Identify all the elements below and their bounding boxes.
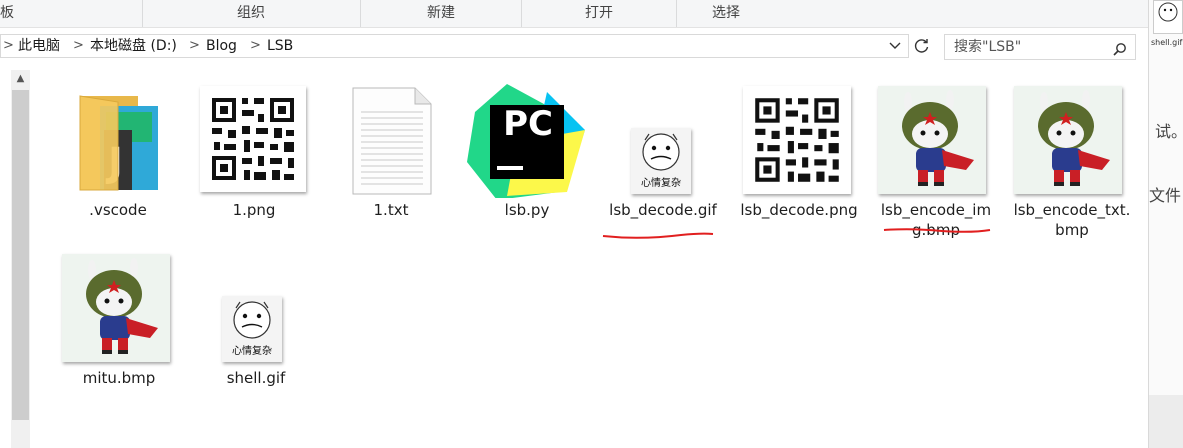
meme-thumbnail: 心情复杂 bbox=[631, 128, 691, 194]
meme-caption: 心情复杂 bbox=[641, 178, 681, 189]
address-bar[interactable]: > 此电脑 > 本地磁盘 (D:) > Blog > LSB bbox=[0, 34, 909, 58]
file-name: 1.png bbox=[232, 201, 276, 219]
ribbon-group-label: 组织 bbox=[237, 5, 265, 21]
ribbon-group-clipboard[interactable]: 板 bbox=[0, 0, 143, 27]
mitu-thumbnail bbox=[1014, 86, 1122, 194]
pycharm-logo-text: PC bbox=[503, 104, 553, 144]
ribbon-group-label: 选择 bbox=[712, 5, 740, 21]
refresh-icon bbox=[914, 39, 929, 53]
window-edge-gray bbox=[1149, 395, 1183, 448]
file-name: shell.gif bbox=[226, 369, 286, 387]
ribbon-group-select[interactable]: 选择 bbox=[677, 0, 775, 27]
text-document-icon bbox=[331, 82, 451, 198]
shell-gif-mini-thumbnail[interactable] bbox=[1153, 0, 1183, 34]
meme-face-icon bbox=[1158, 2, 1178, 22]
ribbon-group-label: 打开 bbox=[585, 5, 613, 21]
mitu-thumbnail bbox=[878, 86, 986, 194]
file-name: 1.txt bbox=[373, 201, 409, 219]
breadcrumb-local-disk[interactable]: 本地磁盘 (D:) bbox=[90, 35, 177, 57]
red-annotation-underline bbox=[602, 232, 714, 239]
scroll-up-arrow-icon[interactable]: ▲ bbox=[11, 70, 30, 88]
breadcrumb-separator[interactable]: > bbox=[73, 35, 84, 57]
file-name: lsb.py bbox=[504, 201, 550, 219]
file-name: lsb_decode.gif bbox=[609, 201, 717, 219]
vertical-scrollbar[interactable]: ▲ bbox=[11, 70, 30, 448]
meme-caption: 心情复杂 bbox=[232, 346, 272, 357]
ribbon-group-bar: 板 组织 新建 打开 选择 bbox=[0, 0, 1148, 28]
ribbon-group-open[interactable]: 打开 bbox=[522, 0, 677, 27]
meme-thumbnail: 心情复杂 bbox=[222, 296, 282, 362]
pycharm-icon: PC bbox=[467, 82, 587, 200]
address-row: > 此电脑 > 本地磁盘 (D:) > Blog > LSB 搜索"LSB" bbox=[0, 29, 1148, 65]
qr-code-thumbnail bbox=[200, 86, 306, 192]
chevron-down-icon[interactable] bbox=[887, 35, 903, 57]
mitu-thumbnail bbox=[62, 254, 170, 362]
ribbon-group-label: 板 bbox=[0, 5, 14, 21]
breadcrumb-separator[interactable]: > bbox=[3, 35, 14, 57]
refresh-button[interactable] bbox=[911, 34, 933, 58]
ribbon-group-new[interactable]: 新建 bbox=[361, 0, 522, 27]
folder-icon: J bbox=[58, 82, 178, 198]
red-annotation-underline bbox=[883, 228, 991, 233]
search-icon[interactable] bbox=[1113, 40, 1127, 56]
breadcrumb-separator[interactable]: > bbox=[189, 35, 200, 57]
file-name: mitu.bmp bbox=[82, 369, 156, 387]
breadcrumb-blog[interactable]: Blog bbox=[206, 35, 237, 57]
file-name: lsb_decode.png bbox=[740, 201, 858, 219]
ribbon-group-organize[interactable]: 组织 bbox=[142, 0, 361, 27]
mini-thumbnail-label: shell.gif bbox=[1151, 38, 1183, 47]
file-name: .vscode bbox=[89, 201, 147, 219]
search-input[interactable]: 搜索"LSB" bbox=[944, 34, 1136, 60]
ribbon-group-label: 新建 bbox=[427, 5, 455, 21]
qr-code-thumbnail bbox=[743, 86, 851, 194]
breadcrumb-separator[interactable]: > bbox=[250, 35, 261, 57]
search-placeholder: 搜索"LSB" bbox=[954, 39, 1022, 55]
document-text-fragment: 试。 bbox=[1155, 122, 1183, 141]
scrollbar-thumb[interactable] bbox=[12, 90, 29, 420]
background-window-edge: shell.gif 试。 文件 bbox=[1148, 0, 1183, 448]
breadcrumb-lsb[interactable]: LSB bbox=[267, 35, 293, 57]
document-text-fragment: 文件 bbox=[1149, 186, 1182, 205]
file-name: lsb_encode_txt.bmp bbox=[1013, 201, 1131, 239]
breadcrumb-this-pc[interactable]: 此电脑 bbox=[18, 35, 60, 57]
